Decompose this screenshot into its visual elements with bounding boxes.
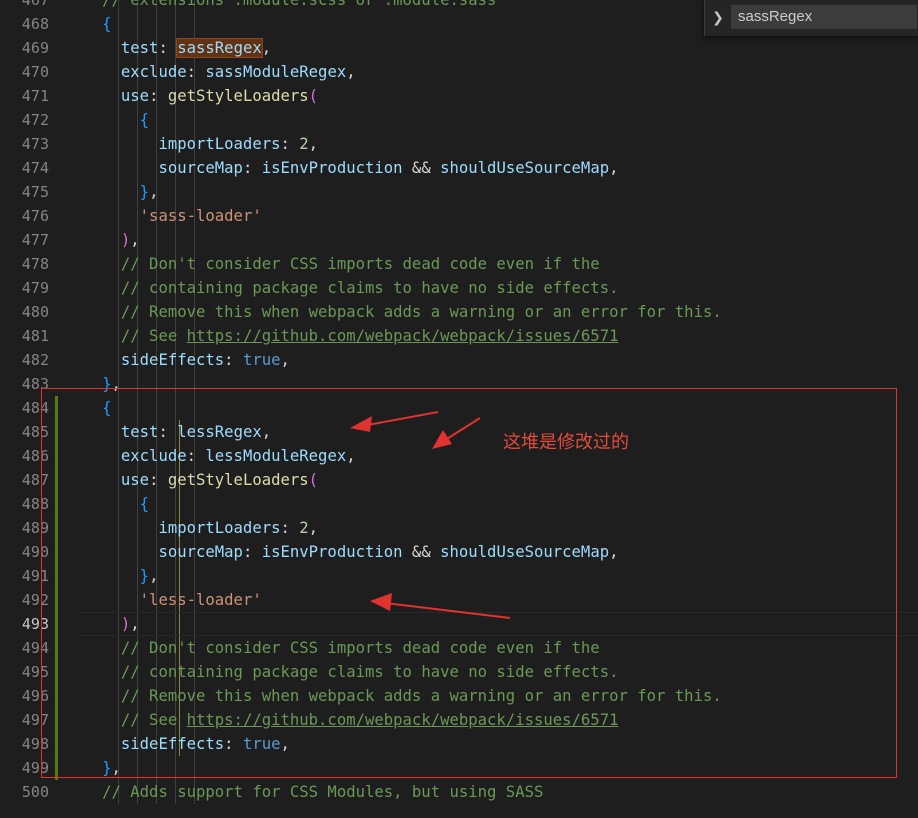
code-token: // Adds support for CSS Modules, but usi… — [102, 783, 544, 801]
annotation-label: 这堆是修改过的 — [503, 432, 629, 453]
code-token: : — [158, 39, 178, 57]
code-token: test — [120, 39, 159, 57]
code-token: , — [261, 39, 272, 57]
code-text: // Remove this when webpack adds a warni… — [27, 300, 722, 324]
code-text: exclude: sassModuleRegex, — [27, 60, 356, 84]
code-token: : — [224, 351, 243, 369]
code-token: 'sass-loader' — [139, 207, 262, 225]
code-line[interactable]: // Remove this when webpack adds a warni… — [0, 300, 918, 324]
code-token: sassModuleRegex — [205, 63, 347, 81]
code-line[interactable]: test: sassRegex, — [0, 36, 918, 60]
code-token: use — [120, 87, 150, 105]
code-line[interactable]: // containing package claims to have no … — [0, 276, 918, 300]
code-line[interactable]: // See https://github.com/webpack/webpac… — [0, 324, 918, 348]
code-token: } — [139, 183, 150, 201]
code-line[interactable]: sideEffects: true, — [0, 348, 918, 372]
code-token: : — [280, 135, 300, 153]
code-token: ( — [308, 87, 319, 105]
code-token: { — [102, 15, 112, 33]
code-text: importLoaders: 2, — [27, 132, 318, 156]
code-text: use: getStyleLoaders( — [27, 84, 318, 108]
code-text: { — [27, 108, 149, 132]
code-token: // Don't consider CSS imports dead code … — [120, 255, 600, 273]
code-token: // extensions .module.scss or .module.sa… — [102, 0, 497, 9]
code-text: // extensions .module.scss or .module.sa… — [27, 0, 496, 12]
code-token: getStyleLoaders — [167, 87, 309, 105]
code-token: { — [139, 111, 150, 129]
code-token: , — [149, 183, 159, 201]
code-token: true — [242, 351, 281, 369]
code-token: exclude — [120, 63, 187, 81]
code-token: sideEffects — [120, 351, 225, 369]
code-token: , — [609, 159, 619, 177]
code-text: ), — [27, 228, 140, 252]
code-line[interactable]: // Don't consider CSS imports dead code … — [0, 252, 918, 276]
code-token: , — [346, 63, 356, 81]
code-text: // Adds support for CSS Modules, but usi… — [27, 780, 543, 804]
code-token: : — [242, 159, 262, 177]
code-text: sideEffects: true, — [27, 348, 290, 372]
code-token: : — [186, 63, 206, 81]
code-text: test: sassRegex, — [27, 36, 271, 60]
code-line[interactable]: use: getStyleLoaders( — [0, 84, 918, 108]
find-input[interactable]: sassRegex — [731, 5, 917, 29]
code-line[interactable]: exclude: sassModuleRegex, — [0, 60, 918, 84]
code-token: // Remove this when webpack adds a warni… — [120, 303, 722, 321]
code-token: ) — [120, 231, 131, 249]
code-token: // See — [120, 327, 187, 345]
code-line[interactable]: // Adds support for CSS Modules, but usi… — [0, 780, 918, 804]
code-token: && — [402, 159, 441, 177]
code-line[interactable]: 'sass-loader' — [0, 204, 918, 228]
code-text: // See https://github.com/webpack/webpac… — [27, 324, 619, 348]
code-text: // Don't consider CSS imports dead code … — [27, 252, 600, 276]
code-line[interactable]: ), — [0, 228, 918, 252]
code-token: , — [130, 231, 140, 249]
code-token: isEnvProduction — [261, 159, 403, 177]
code-text: }, — [27, 180, 159, 204]
code-token: // containing package claims to have no … — [120, 279, 619, 297]
code-token: , — [280, 351, 290, 369]
code-line[interactable]: importLoaders: 2, — [0, 132, 918, 156]
code-text: 'sass-loader' — [27, 204, 262, 228]
code-token: sourceMap — [158, 159, 243, 177]
chevron-right-icon[interactable]: ❯ — [709, 6, 727, 30]
code-line[interactable]: sourceMap: isEnvProduction && shouldUseS… — [0, 156, 918, 180]
code-line[interactable]: }, — [0, 180, 918, 204]
code-text: // containing package claims to have no … — [27, 276, 619, 300]
code-token: 2 — [299, 135, 309, 153]
code-text: sourceMap: isEnvProduction && shouldUseS… — [27, 156, 619, 180]
find-widget[interactable]: ❯ sassRegex — [704, 0, 918, 36]
code-token: shouldUseSourceMap — [440, 159, 610, 177]
annotation-highlight-box — [41, 388, 897, 778]
code-token: : — [149, 87, 168, 105]
code-line[interactable]: { — [0, 108, 918, 132]
code-token: , — [308, 135, 319, 153]
search-match: sassRegex — [176, 38, 263, 58]
code-token[interactable]: https://github.com/webpack/webpack/issue… — [187, 327, 619, 345]
code-text: { — [27, 12, 112, 36]
code-token: importLoaders — [158, 135, 281, 153]
